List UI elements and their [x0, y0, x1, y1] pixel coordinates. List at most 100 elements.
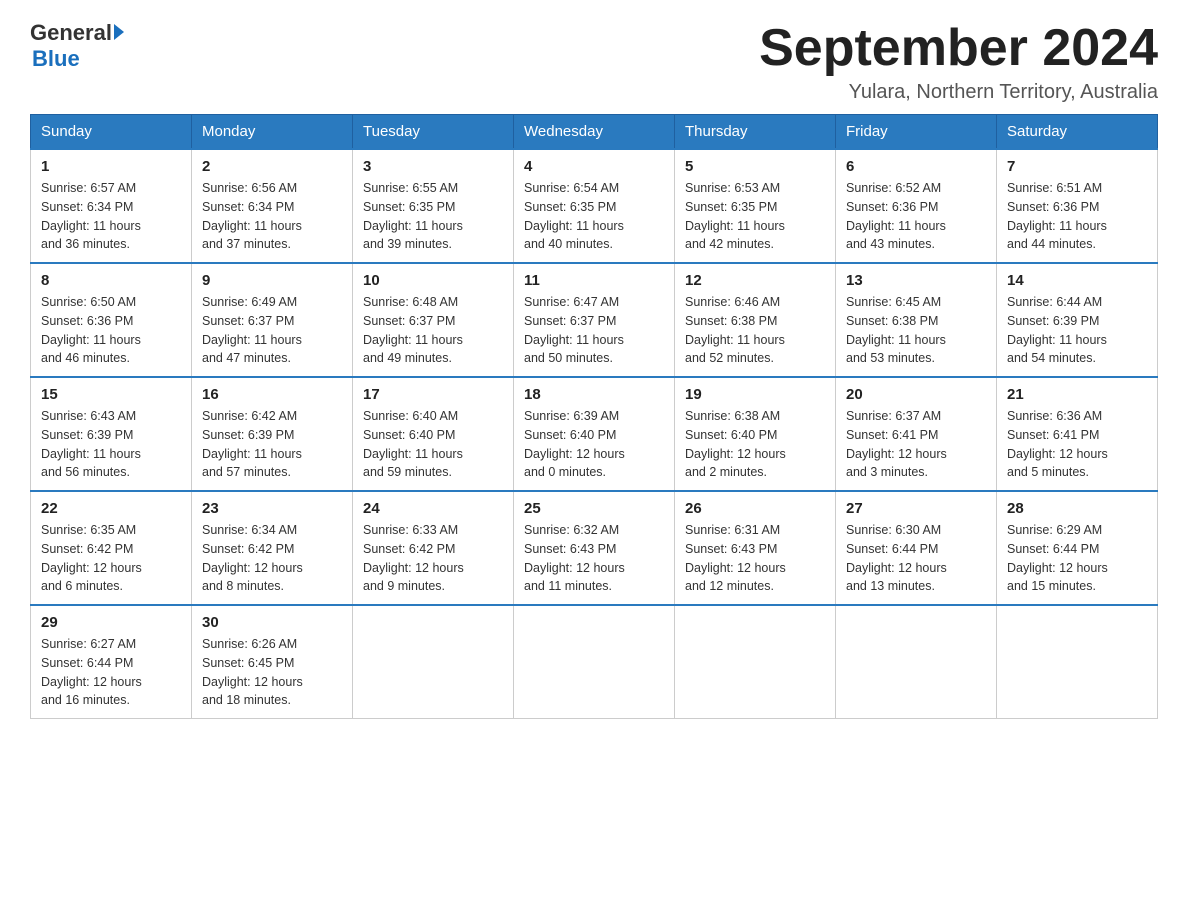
calendar-cell: [514, 605, 675, 719]
day-info: Sunrise: 6:52 AMSunset: 6:36 PMDaylight:…: [846, 179, 986, 254]
calendar-cell: 1Sunrise: 6:57 AMSunset: 6:34 PMDaylight…: [31, 149, 192, 263]
location-subtitle: Yulara, Northern Territory, Australia: [759, 81, 1158, 104]
day-number: 28: [1007, 500, 1147, 517]
day-number: 22: [41, 500, 181, 517]
day-info: Sunrise: 6:43 AMSunset: 6:39 PMDaylight:…: [41, 407, 181, 482]
day-info: Sunrise: 6:40 AMSunset: 6:40 PMDaylight:…: [363, 407, 503, 482]
calendar-cell: 19Sunrise: 6:38 AMSunset: 6:40 PMDayligh…: [675, 377, 836, 491]
day-number: 29: [41, 614, 181, 631]
day-number: 9: [202, 272, 342, 289]
calendar-cell: 10 Sunrise: 6:48 AMSunset: 6:37 PMDayligh…: [353, 263, 514, 377]
day-info: Sunrise: 6:37 AMSunset: 6:41 PMDaylight:…: [846, 407, 986, 482]
calendar-week-row: 15 Sunrise: 6:43 AMSunset: 6:39 PMDayligh…: [31, 377, 1158, 491]
day-number: 23: [202, 500, 342, 517]
day-info: Sunrise: 6:34 AMSunset: 6:42 PMDaylight:…: [202, 521, 342, 596]
weekday-header-monday: Monday: [192, 115, 353, 150]
calendar-cell: 27 Sunrise: 6:30 AMSunset: 6:44 PMDayligh…: [836, 491, 997, 605]
day-info: Sunrise: 6:44 AMSunset: 6:39 PMDaylight:…: [1007, 293, 1147, 368]
calendar-cell: 3Sunrise: 6:55 AMSunset: 6:35 PMDaylight…: [353, 149, 514, 263]
day-number: 4: [524, 158, 664, 175]
day-info: Sunrise: 6:26 AMSunset: 6:45 PMDaylight:…: [202, 635, 342, 710]
calendar-cell: 4Sunrise: 6:54 AMSunset: 6:35 PMDaylight…: [514, 149, 675, 263]
calendar-cell: [353, 605, 514, 719]
calendar-week-row: 8Sunrise: 6:50 AMSunset: 6:36 PMDaylight…: [31, 263, 1158, 377]
calendar-cell: 12Sunrise: 6:46 AMSunset: 6:38 PMDayligh…: [675, 263, 836, 377]
day-info: Sunrise: 6:36 AMSunset: 6:41 PMDaylight:…: [1007, 407, 1147, 482]
logo-blue-text: Blue: [32, 46, 80, 72]
day-info: Sunrise: 6:48 AMSunset: 6:37 PMDaylight:…: [363, 293, 503, 368]
calendar-week-row: 22 Sunrise: 6:35 AMSunset: 6:42 PMDayligh…: [31, 491, 1158, 605]
calendar-cell: 8Sunrise: 6:50 AMSunset: 6:36 PMDaylight…: [31, 263, 192, 377]
day-info: Sunrise: 6:39 AMSunset: 6:40 PMDaylight:…: [524, 407, 664, 482]
day-number: 26: [685, 500, 825, 517]
calendar-cell: 23 Sunrise: 6:34 AMSunset: 6:42 PMDayligh…: [192, 491, 353, 605]
day-info: Sunrise: 6:29 AMSunset: 6:44 PMDaylight:…: [1007, 521, 1147, 596]
day-info: Sunrise: 6:56 AMSunset: 6:34 PMDaylight:…: [202, 179, 342, 254]
weekday-header-saturday: Saturday: [997, 115, 1158, 150]
day-number: 2: [202, 158, 342, 175]
day-number: 15: [41, 386, 181, 403]
weekday-header-friday: Friday: [836, 115, 997, 150]
day-info: Sunrise: 6:46 AMSunset: 6:38 PMDaylight:…: [685, 293, 825, 368]
day-number: 13: [846, 272, 986, 289]
day-number: 27: [846, 500, 986, 517]
day-info: Sunrise: 6:31 AMSunset: 6:43 PMDaylight:…: [685, 521, 825, 596]
calendar-cell: 5 Sunrise: 6:53 AMSunset: 6:35 PMDaylight…: [675, 149, 836, 263]
calendar-cell: 11 Sunrise: 6:47 AMSunset: 6:37 PMDayligh…: [514, 263, 675, 377]
day-number: 10: [363, 272, 503, 289]
calendar-cell: 16 Sunrise: 6:42 AMSunset: 6:39 PMDayligh…: [192, 377, 353, 491]
day-number: 25: [524, 500, 664, 517]
calendar-cell: 26 Sunrise: 6:31 AMSunset: 6:43 PMDayligh…: [675, 491, 836, 605]
day-info: Sunrise: 6:50 AMSunset: 6:36 PMDaylight:…: [41, 293, 181, 368]
calendar-cell: 2 Sunrise: 6:56 AMSunset: 6:34 PMDaylight…: [192, 149, 353, 263]
day-info: Sunrise: 6:35 AMSunset: 6:42 PMDaylight:…: [41, 521, 181, 596]
weekday-header-wednesday: Wednesday: [514, 115, 675, 150]
day-number: 14: [1007, 272, 1147, 289]
weekday-header-row: SundayMondayTuesdayWednesdayThursdayFrid…: [31, 115, 1158, 150]
day-info: Sunrise: 6:38 AMSunset: 6:40 PMDaylight:…: [685, 407, 825, 482]
day-info: Sunrise: 6:33 AMSunset: 6:42 PMDaylight:…: [363, 521, 503, 596]
calendar-cell: [997, 605, 1158, 719]
calendar-cell: 7 Sunrise: 6:51 AMSunset: 6:36 PMDaylight…: [997, 149, 1158, 263]
calendar-cell: 24 Sunrise: 6:33 AMSunset: 6:42 PMDayligh…: [353, 491, 514, 605]
day-number: 24: [363, 500, 503, 517]
logo-general-text: General: [30, 20, 112, 46]
calendar-cell: 29 Sunrise: 6:27 AMSunset: 6:44 PMDayligh…: [31, 605, 192, 719]
weekday-header-thursday: Thursday: [675, 115, 836, 150]
day-info: Sunrise: 6:47 AMSunset: 6:37 PMDaylight:…: [524, 293, 664, 368]
calendar-cell: 18 Sunrise: 6:39 AMSunset: 6:40 PMDayligh…: [514, 377, 675, 491]
calendar-cell: 13 Sunrise: 6:45 AMSunset: 6:38 PMDayligh…: [836, 263, 997, 377]
day-info: Sunrise: 6:42 AMSunset: 6:39 PMDaylight:…: [202, 407, 342, 482]
day-info: Sunrise: 6:45 AMSunset: 6:38 PMDaylight:…: [846, 293, 986, 368]
day-info: Sunrise: 6:53 AMSunset: 6:35 PMDaylight:…: [685, 179, 825, 254]
title-area: September 2024 Yulara, Northern Territor…: [759, 20, 1158, 104]
day-number: 30: [202, 614, 342, 631]
calendar-cell: 21Sunrise: 6:36 AMSunset: 6:41 PMDayligh…: [997, 377, 1158, 491]
calendar-cell: 20 Sunrise: 6:37 AMSunset: 6:41 PMDayligh…: [836, 377, 997, 491]
day-number: 5: [685, 158, 825, 175]
day-number: 16: [202, 386, 342, 403]
day-number: 17: [363, 386, 503, 403]
month-year-title: September 2024: [759, 20, 1158, 77]
day-number: 20: [846, 386, 986, 403]
day-number: 7: [1007, 158, 1147, 175]
calendar-week-row: 1Sunrise: 6:57 AMSunset: 6:34 PMDaylight…: [31, 149, 1158, 263]
calendar-cell: 22 Sunrise: 6:35 AMSunset: 6:42 PMDayligh…: [31, 491, 192, 605]
calendar-cell: 28 Sunrise: 6:29 AMSunset: 6:44 PMDayligh…: [997, 491, 1158, 605]
day-info: Sunrise: 6:30 AMSunset: 6:44 PMDaylight:…: [846, 521, 986, 596]
day-info: Sunrise: 6:49 AMSunset: 6:37 PMDaylight:…: [202, 293, 342, 368]
day-number: 18: [524, 386, 664, 403]
day-number: 11: [524, 272, 664, 289]
calendar-cell: 30 Sunrise: 6:26 AMSunset: 6:45 PMDayligh…: [192, 605, 353, 719]
day-number: 6: [846, 158, 986, 175]
calendar-table: SundayMondayTuesdayWednesdayThursdayFrid…: [30, 114, 1158, 719]
weekday-header-sunday: Sunday: [31, 115, 192, 150]
calendar-cell: 14 Sunrise: 6:44 AMSunset: 6:39 PMDayligh…: [997, 263, 1158, 377]
day-info: Sunrise: 6:51 AMSunset: 6:36 PMDaylight:…: [1007, 179, 1147, 254]
day-info: Sunrise: 6:55 AMSunset: 6:35 PMDaylight:…: [363, 179, 503, 254]
day-info: Sunrise: 6:57 AMSunset: 6:34 PMDaylight:…: [41, 179, 181, 254]
weekday-header-tuesday: Tuesday: [353, 115, 514, 150]
calendar-cell: [836, 605, 997, 719]
day-info: Sunrise: 6:27 AMSunset: 6:44 PMDaylight:…: [41, 635, 181, 710]
calendar-cell: [675, 605, 836, 719]
